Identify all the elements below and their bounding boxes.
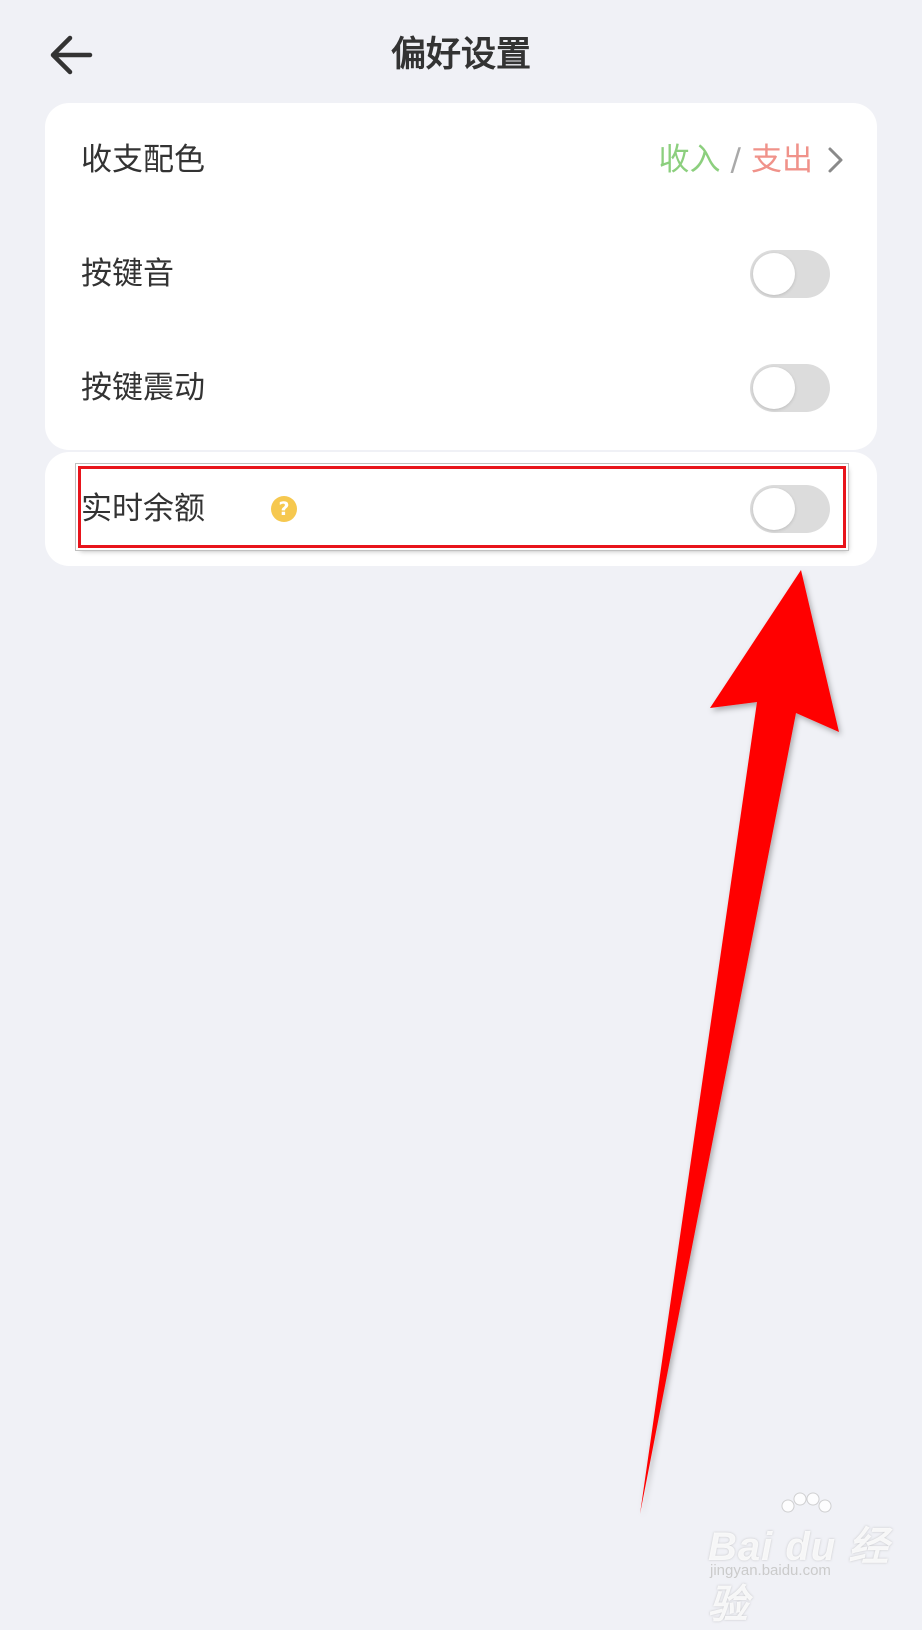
toggle-knob <box>753 367 795 409</box>
settings-card-balance: 实时余额 ? <box>45 452 877 566</box>
chevron-right-icon <box>828 147 843 173</box>
key-vibration-label: 按键震动 <box>81 370 205 406</box>
setting-row-key-vibration: 按键震动 <box>45 331 877 445</box>
watermark-brand: Bai du 经验 <box>708 1525 890 1627</box>
color-scheme-value: 收入 / 支出 <box>659 103 813 217</box>
settings-card-general: 收支配色 收入 / 支出 按键音 按键震动 <box>45 103 877 450</box>
key-sound-toggle[interactable] <box>750 250 830 298</box>
toggle-knob <box>753 253 795 295</box>
watermark-url: jingyan.baidu.com <box>710 1562 831 1579</box>
setting-row-key-sound: 按键音 <box>45 217 877 331</box>
watermark: Bai du 经验 jingyan.baidu.com <box>706 1492 906 1627</box>
key-vibration-toggle[interactable] <box>750 364 830 412</box>
color-separator: / <box>730 142 741 178</box>
color-scheme-label: 收支配色 <box>81 142 205 178</box>
question-mark-icon[interactable]: ? <box>271 496 297 522</box>
key-sound-label: 按键音 <box>81 256 174 292</box>
paw-logo-icon <box>781 1492 832 1513</box>
income-color-label: 收入 <box>658 142 721 178</box>
page-title: 偏好设置 <box>390 35 531 75</box>
arrow-shape <box>640 570 839 1514</box>
setting-row-color-scheme[interactable]: 收支配色 收入 / 支出 <box>45 103 877 217</box>
expense-color-label: 支出 <box>751 142 813 178</box>
setting-row-realtime-balance: 实时余额 ? <box>45 452 877 566</box>
realtime-balance-toggle[interactable] <box>750 485 830 533</box>
header-bar: 偏好设置 <box>0 0 922 110</box>
toggle-knob <box>753 488 795 530</box>
realtime-balance-label: 实时余额 <box>81 491 205 527</box>
